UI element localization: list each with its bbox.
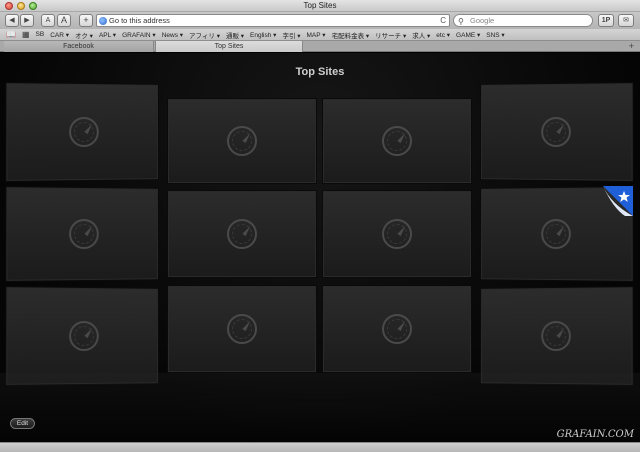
top-site-thumbnail[interactable] — [480, 286, 634, 386]
bookmark-item[interactable]: News ▾ — [162, 31, 183, 39]
bookmark-item[interactable]: GAME ▾ — [456, 31, 480, 39]
top-site-thumbnail[interactable] — [322, 285, 472, 373]
site-globe-icon — [99, 17, 107, 25]
text-smaller-button[interactable]: A — [41, 14, 55, 27]
bookmarks-bar: 📖 ▦ SB CAR ▾ オク ▾ APL ▾ GRAFAIN ▾ News ▾… — [0, 29, 640, 41]
safari-compass-icon — [68, 320, 99, 352]
bookmark-item[interactable]: APL ▾ — [99, 31, 116, 39]
top-site-thumbnail[interactable] — [5, 82, 159, 182]
edit-button[interactable]: Edit — [10, 418, 35, 429]
bookmark-item[interactable]: GRAFAIN ▾ — [122, 31, 156, 39]
bookmark-item[interactable]: SNS ▾ — [486, 31, 504, 39]
floor-reflection — [0, 373, 640, 442]
bookmark-item[interactable]: 宅配料金表 ▾ — [332, 30, 370, 40]
bookmark-item[interactable]: MAP ▾ — [307, 31, 326, 39]
safari-compass-icon — [68, 218, 99, 250]
tab-top-sites[interactable]: Top Sites — [155, 41, 303, 52]
search-icon: ⚲ — [458, 17, 464, 26]
forward-button[interactable]: ▶ — [20, 14, 34, 27]
bookmark-item[interactable]: etc ▾ — [436, 31, 450, 39]
open-book-icon[interactable]: 📖 — [6, 30, 16, 39]
tab-bar: Facebook Top Sites + — [0, 41, 640, 52]
bookmark-item[interactable]: アフィリ ▾ — [189, 30, 220, 40]
top-site-thumbnail[interactable] — [322, 98, 472, 184]
safari-compass-icon — [540, 320, 571, 352]
star-corner-badge-icon — [603, 186, 633, 216]
bookmark-item[interactable]: 字引 ▾ — [282, 30, 300, 40]
search-placeholder: Google — [470, 16, 495, 25]
new-tab-button[interactable]: + — [629, 41, 634, 52]
bookmark-item[interactable]: リサーチ ▾ — [375, 30, 406, 40]
text-larger-button[interactable]: A — [57, 14, 71, 27]
safari-compass-icon — [227, 126, 257, 156]
top-site-thumbnail[interactable] — [480, 82, 634, 182]
bookmark-item[interactable]: SB — [36, 31, 45, 38]
top-site-thumbnail[interactable] — [167, 190, 317, 278]
add-bookmark-button[interactable]: + — [79, 14, 93, 27]
back-button[interactable]: ◀ — [5, 14, 19, 27]
page-title: Top Sites — [295, 66, 345, 78]
safari-compass-icon — [540, 218, 571, 250]
safari-compass-icon — [382, 219, 412, 249]
top-sites-view: Top Sites Edit GRAFAIN.COM — [0, 53, 640, 442]
bookmark-item[interactable]: 通販 ▾ — [226, 30, 244, 40]
forward-arrow-icon: ▶ — [24, 17, 30, 24]
safari-compass-icon — [227, 314, 257, 344]
bookmark-item[interactable]: English ▾ — [250, 31, 276, 39]
watermark-logo: GRAFAIN.COM — [556, 429, 634, 440]
safari-compass-icon — [382, 126, 412, 156]
window-title: Top Sites — [303, 1, 337, 10]
toolbar: ◀ ▶ A A + Go to this address C ⚲ Google … — [0, 12, 640, 29]
top-site-thumbnail[interactable] — [167, 98, 317, 184]
grid-view-icon[interactable]: ▦ — [22, 30, 30, 39]
bookmark-item[interactable]: CAR ▾ — [50, 31, 69, 39]
reload-icon[interactable]: C — [440, 15, 446, 26]
safari-compass-icon — [540, 116, 571, 148]
search-field[interactable]: ⚲ Google — [453, 14, 593, 27]
top-site-thumbnail[interactable] — [167, 285, 317, 373]
address-field[interactable]: Go to this address C — [96, 14, 450, 27]
status-bar — [0, 442, 640, 452]
safari-compass-icon — [382, 314, 412, 344]
safari-compass-icon — [68, 116, 99, 148]
title-bar: Top Sites — [0, 0, 640, 12]
top-site-thumbnail[interactable] — [5, 186, 159, 282]
bookmark-item[interactable]: オク ▾ — [75, 30, 93, 40]
back-arrow-icon: ◀ — [9, 17, 15, 24]
extension-button[interactable]: ✉ — [618, 14, 634, 27]
top-site-thumbnail[interactable] — [5, 286, 159, 386]
bookmark-item[interactable]: 求人 ▾ — [412, 30, 430, 40]
top-site-thumbnail[interactable] — [322, 190, 472, 278]
tab-facebook[interactable]: Facebook — [4, 41, 154, 52]
address-placeholder: Go to this address — [109, 16, 170, 25]
safari-compass-icon — [227, 219, 257, 249]
onepassword-button[interactable]: 1P — [598, 14, 614, 27]
